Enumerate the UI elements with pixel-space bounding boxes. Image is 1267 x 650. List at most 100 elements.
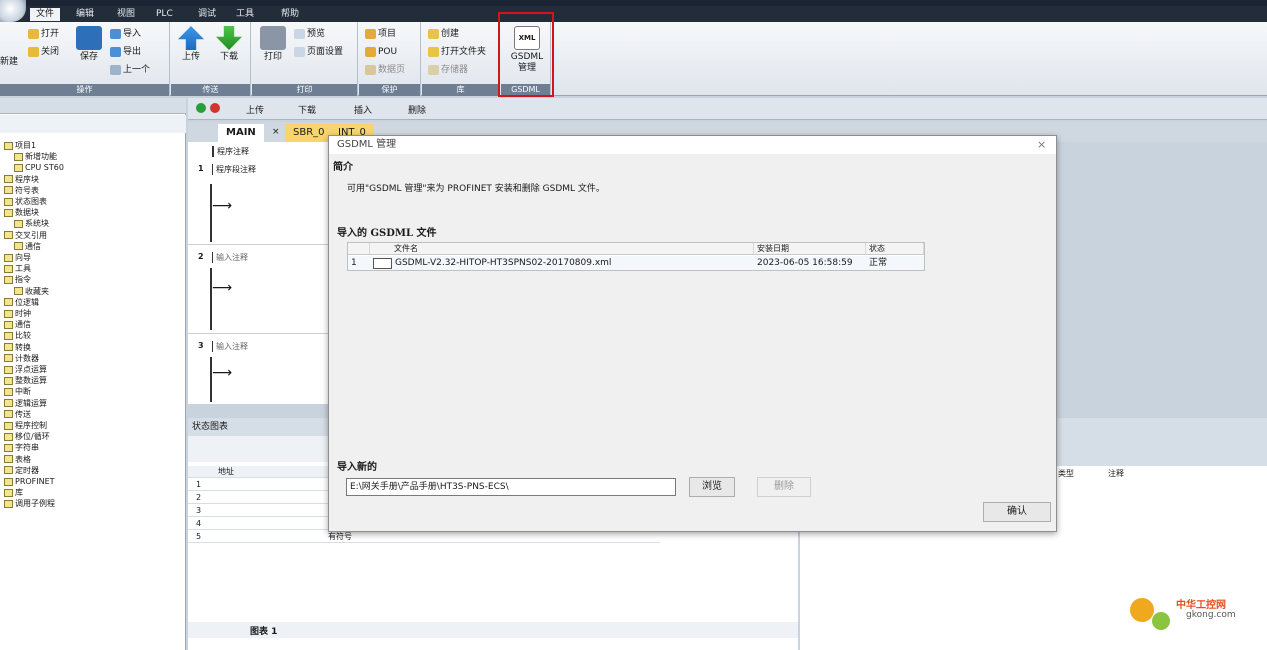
folder-icon xyxy=(4,343,13,352)
tree-item[interactable]: 中断 xyxy=(0,386,31,397)
tree-item[interactable]: 定时器 xyxy=(0,465,39,476)
tree-item[interactable]: 时钟 xyxy=(0,308,31,319)
folder-icon xyxy=(4,298,13,307)
folder-icon xyxy=(4,443,13,452)
tree-item[interactable]: 逻辑运算 xyxy=(0,398,47,409)
tree-item[interactable]: 比较 xyxy=(0,330,31,341)
tree-toolbar xyxy=(0,115,186,133)
delete-tool-button[interactable]: 删除 xyxy=(408,103,426,116)
row-checkbox[interactable] xyxy=(373,258,392,269)
close-button[interactable]: 关闭 xyxy=(28,46,59,58)
tree-item[interactable]: 符号表 xyxy=(0,185,39,196)
tree-item[interactable]: 数据块 xyxy=(0,207,39,218)
dialog-title: GSDML 管理 × xyxy=(329,136,1056,154)
tree-item[interactable]: 向导 xyxy=(0,252,31,263)
tree-item[interactable]: 表格 xyxy=(0,454,31,465)
open-folder-button[interactable]: 打开文件夹 xyxy=(428,46,486,58)
tree-item[interactable]: 通信 xyxy=(0,241,41,252)
insert-tool-button[interactable]: 插入 xyxy=(354,103,372,116)
path-input[interactable]: E:\网关手册\产品手册\HT3S-PNS-ECS\ xyxy=(346,478,676,496)
memory-button[interactable]: 存储器 xyxy=(428,64,468,76)
folder-icon xyxy=(4,432,13,441)
import-button[interactable]: 导入 xyxy=(110,28,141,40)
tree-item[interactable]: 位逻辑 xyxy=(0,297,39,308)
column-type: 类型 xyxy=(1058,469,1074,478)
previous-button[interactable]: 上一个 xyxy=(110,64,150,76)
tree-item[interactable]: 整数运算 xyxy=(0,375,47,386)
menu-plc[interactable]: PLC xyxy=(150,8,179,21)
tree-item[interactable]: 项目1 xyxy=(0,140,36,151)
tree-item[interactable]: 工具 xyxy=(0,263,31,274)
ribbon: 打开 关闭 新建 保存 导入 导出 上一个 操作 上传 下载 传送 打印 预览 … xyxy=(0,22,1267,96)
tree-item-label: 比较 xyxy=(15,331,31,341)
upload-tool-button[interactable]: 上传 xyxy=(246,103,264,116)
tab-main[interactable]: MAIN xyxy=(218,124,264,142)
tree-item[interactable]: 收藏夹 xyxy=(0,286,49,297)
ok-button[interactable]: 确认 xyxy=(983,502,1051,522)
tree-item[interactable]: 字符串 xyxy=(0,442,39,453)
menu-edit[interactable]: 编辑 xyxy=(70,8,100,21)
group-label-protect: 保护 xyxy=(359,84,420,96)
tree-item[interactable]: 程序控制 xyxy=(0,420,47,431)
folder-icon xyxy=(14,152,23,161)
tree-item[interactable]: 交叉引用 xyxy=(0,230,47,241)
stop-icon[interactable] xyxy=(210,103,220,113)
page-setup-button[interactable]: 页面设置 xyxy=(294,46,343,58)
tree-item[interactable]: 状态图表 xyxy=(0,196,47,207)
column-index xyxy=(348,243,370,255)
tree-item[interactable]: 通信 xyxy=(0,319,31,330)
tree-item[interactable]: PROFINET xyxy=(0,476,55,487)
close-tab-icon[interactable]: × xyxy=(272,127,280,137)
menu-view[interactable]: 视图 xyxy=(111,8,141,21)
sheet-tab[interactable]: 图表 1 xyxy=(250,624,277,637)
menu-file[interactable]: 文件 xyxy=(30,8,61,21)
save-button[interactable]: 保存 xyxy=(74,26,104,63)
folder-icon xyxy=(4,499,13,508)
tree-item[interactable]: 指令 xyxy=(0,274,31,285)
tab-sbr0[interactable]: SBR_0 xyxy=(285,124,333,142)
network-2: 2 输入注释 ⟶ xyxy=(188,246,333,334)
menu-help[interactable]: 帮助 xyxy=(275,8,305,21)
tree-item[interactable]: 转换 xyxy=(0,342,31,353)
folder-icon xyxy=(14,287,23,296)
tree-item[interactable]: 移位/循环 xyxy=(0,431,50,442)
tree-item[interactable]: 浮点运算 xyxy=(0,364,47,375)
protect-project-button[interactable]: 项目 xyxy=(365,28,396,40)
tree-item[interactable]: 新增功能 xyxy=(0,151,57,162)
close-icon[interactable]: × xyxy=(1037,136,1046,154)
folder-icon xyxy=(4,387,13,396)
protect-pou-button[interactable]: POU xyxy=(365,46,397,58)
tree-item[interactable]: 调用子例程 xyxy=(0,498,55,509)
menu-debug[interactable]: 调试 xyxy=(192,8,222,21)
delete-button[interactable]: 删除 xyxy=(757,477,811,497)
browse-button[interactable]: 浏览 xyxy=(689,477,735,497)
create-library-button[interactable]: 创建 xyxy=(428,28,459,40)
library-create-icon xyxy=(428,29,439,39)
print-button[interactable]: 打印 xyxy=(258,26,288,63)
import-icon xyxy=(110,29,121,39)
new-button[interactable]: 新建 xyxy=(0,56,18,68)
preview-button[interactable]: 预览 xyxy=(294,28,325,40)
tree-item[interactable]: 库 xyxy=(0,487,23,498)
gear-icon xyxy=(1130,598,1154,622)
tree-item[interactable]: 计数器 xyxy=(0,353,39,364)
tree-item[interactable]: CPU ST60 xyxy=(0,162,64,173)
download-button[interactable]: 下载 xyxy=(215,26,243,63)
tree-item[interactable]: 程序块 xyxy=(0,174,39,185)
ladder-editor: 程序注释 1 程序段注释 ⟶ 2 输入注释 ⟶ 3 输入注释 ⟶ xyxy=(188,142,333,404)
upload-button[interactable]: 上传 xyxy=(177,26,205,63)
folder-icon xyxy=(4,410,13,419)
tree-item[interactable]: 系统块 xyxy=(0,218,49,229)
tree-item-label: 数据块 xyxy=(15,208,39,218)
open-button[interactable]: 打开 xyxy=(28,28,59,40)
protect-datapage-button[interactable]: 数据页 xyxy=(365,64,405,76)
folder-icon xyxy=(4,320,13,329)
menu-tools[interactable]: 工具 xyxy=(230,8,260,21)
table-row[interactable]: 5 有符号 xyxy=(188,531,660,543)
download-tool-button[interactable]: 下载 xyxy=(298,103,316,116)
watermark-title: 中华工控网 xyxy=(1176,600,1226,611)
tree-item[interactable]: 传送 xyxy=(0,409,31,420)
tree-item-label: 浮点运算 xyxy=(15,365,47,374)
export-button[interactable]: 导出 xyxy=(110,46,141,58)
run-icon[interactable] xyxy=(196,103,206,113)
